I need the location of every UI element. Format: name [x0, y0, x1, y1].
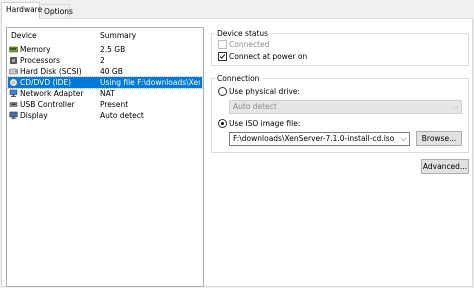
- device-summary: 40 GB: [100, 67, 123, 76]
- device-row-hard-disk[interactable]: Hard Disk (SCSI) 40 GB: [8, 66, 202, 77]
- cd-dvd-icon: [9, 78, 18, 87]
- device-row-cd-dvd[interactable]: CD/DVD (IDE) Using file F:\downloads\Xen…: [7, 76, 203, 89]
- device-name: Network Adapter: [20, 89, 84, 98]
- list-header: Device Summary: [7, 28, 203, 42]
- device-summary: Present: [100, 100, 129, 109]
- iso-image-radio[interactable]: [218, 119, 227, 128]
- iso-path-value: F:\downloads\XenServer-7.1.0-install-cd.…: [233, 134, 395, 143]
- device-summary: NAT: [100, 89, 115, 98]
- device-status-title: Device status: [215, 28, 271, 39]
- processor-icon: [10, 57, 17, 64]
- physical-drive-select[interactable]: Auto detect ⌵: [229, 100, 462, 114]
- device-name: Display: [20, 111, 48, 120]
- column-header-summary[interactable]: Summary: [100, 31, 136, 40]
- physical-drive-radio[interactable]: [218, 87, 227, 96]
- device-row-display[interactable]: Display Auto detect: [8, 110, 202, 121]
- column-header-device[interactable]: Device: [11, 31, 37, 40]
- usb-controller-icon: [9, 102, 18, 107]
- tab-options-label: Options: [44, 7, 73, 16]
- device-name: Hard Disk (SCSI): [20, 67, 82, 76]
- device-status-group: Device status Connected Connect at power…: [211, 28, 469, 66]
- tab-hardware[interactable]: Hardware: [1, 2, 43, 19]
- connect-at-power-on-checkbox[interactable]: [218, 52, 227, 61]
- hard-disk-icon: [9, 68, 18, 75]
- connection-title: Connection: [215, 73, 262, 84]
- connected-label: Connected: [229, 40, 270, 49]
- device-name: CD/DVD (IDE): [20, 78, 72, 87]
- tab-strip: Hardware Options: [0, 0, 474, 19]
- device-name: Memory: [20, 45, 51, 54]
- device-row-usb-controller[interactable]: USB Controller Present: [8, 99, 202, 110]
- memory-icon: [9, 46, 18, 53]
- device-summary: 2: [100, 56, 105, 65]
- device-summary: Using file F:\downloads\Xen...: [100, 78, 200, 87]
- network-adapter-icon: [9, 89, 18, 97]
- browse-button[interactable]: Browse...: [416, 131, 462, 146]
- physical-drive-value: Auto detect: [233, 102, 277, 111]
- chevron-down-icon[interactable]: ⌵: [401, 133, 406, 145]
- chevron-down-icon: ⌵: [452, 103, 458, 111]
- connection-group: Connection Use physical drive: Auto dete…: [211, 73, 469, 153]
- advanced-button[interactable]: Advanced...: [421, 159, 469, 174]
- device-row-network-adapter[interactable]: Network Adapter NAT: [8, 88, 202, 99]
- device-summary: Auto detect: [100, 111, 144, 120]
- iso-image-label: Use ISO image file:: [229, 119, 301, 128]
- device-name: USB Controller: [20, 100, 75, 109]
- device-list[interactable]: Device Summary Memory 2.5 GB Processors …: [6, 27, 204, 287]
- checkmark-icon: [219, 54, 226, 59]
- device-summary: 2.5 GB: [100, 45, 126, 54]
- radio-dot-icon: [221, 122, 224, 125]
- device-name: Processors: [20, 56, 61, 65]
- connect-at-power-on-label: Connect at power on: [229, 52, 308, 61]
- device-row-processors[interactable]: Processors 2: [8, 55, 202, 66]
- physical-drive-label: Use physical drive:: [229, 87, 301, 96]
- display-icon: [9, 111, 18, 120]
- connected-checkbox[interactable]: [218, 40, 227, 49]
- tab-hardware-label: Hardware: [6, 5, 43, 14]
- tab-options[interactable]: Options: [39, 4, 73, 18]
- iso-path-input[interactable]: F:\downloads\XenServer-7.1.0-install-cd.…: [229, 132, 410, 146]
- device-row-memory[interactable]: Memory 2.5 GB: [8, 44, 202, 55]
